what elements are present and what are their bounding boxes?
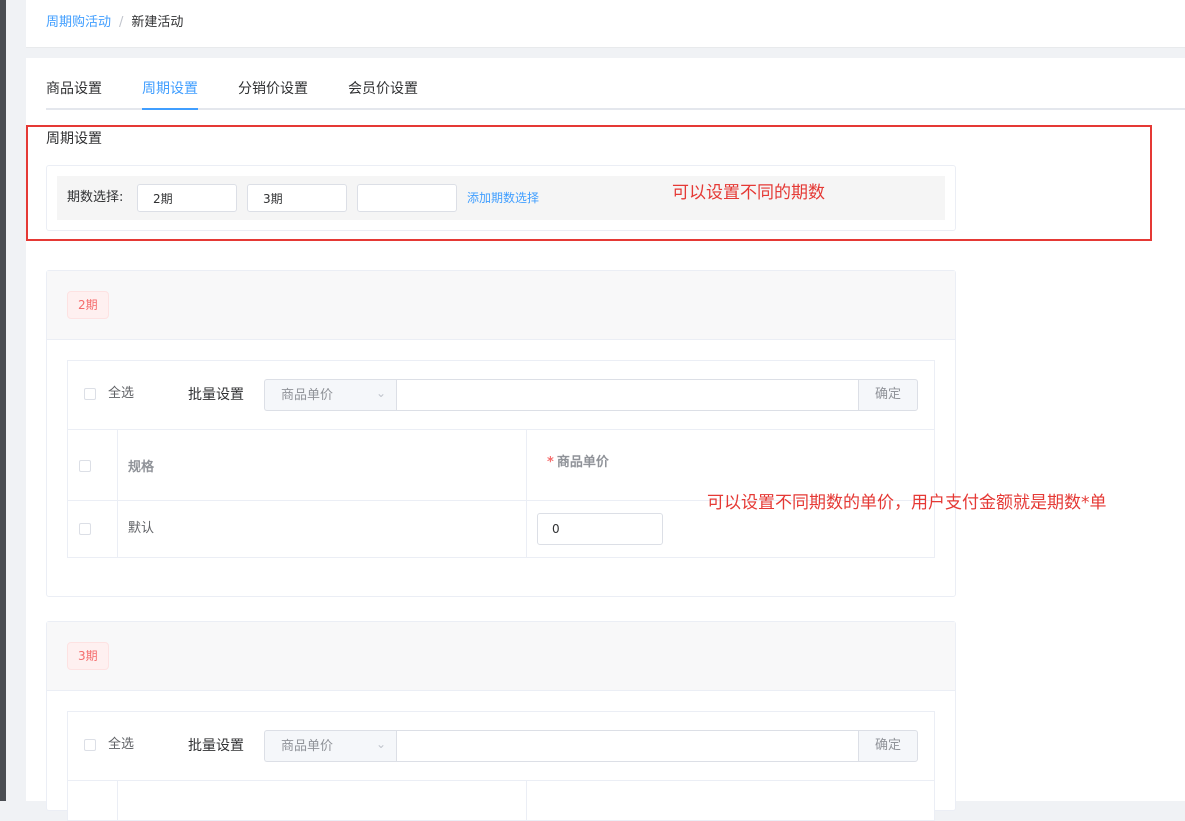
column-divider <box>117 781 118 821</box>
table-header: 规格 * 商品单价 <box>68 430 934 501</box>
batch-value-input[interactable] <box>396 730 859 762</box>
batch-confirm-button[interactable]: 确定 <box>858 730 918 762</box>
batch-value-input[interactable] <box>396 379 859 411</box>
column-divider <box>117 430 118 557</box>
breadcrumb: 周期购活动 / 新建活动 <box>46 14 183 32</box>
select-all-label: 全选 <box>108 737 135 752</box>
batch-settings-row: 全选 批量设置 商品单价 ⌄ 确定 <box>68 361 934 430</box>
period-input-1[interactable] <box>137 184 237 212</box>
row-spec-value: 默认 <box>128 521 155 536</box>
tab-bar: 商品设置 周期设置 分销价设置 会员价设置 <box>46 78 1185 110</box>
price-table: 全选 批量设置 商品单价 ⌄ 确定 <box>67 711 935 821</box>
row-checkbox[interactable] <box>79 523 91 535</box>
chevron-down-icon: ⌄ <box>375 386 386 400</box>
select-all-checkbox[interactable] <box>84 388 96 400</box>
column-header-price: * 商品单价 <box>547 455 609 470</box>
period-tag: 3期 <box>67 642 109 670</box>
batch-field-select[interactable]: 商品单价 ⌄ <box>264 730 396 762</box>
required-asterisk: * <box>547 455 554 470</box>
column-divider <box>526 430 527 557</box>
batch-settings-row: 全选 批量设置 商品单价 ⌄ 确定 <box>68 712 934 781</box>
column-header-spec: 规格 <box>128 460 155 475</box>
period-tag: 2期 <box>67 291 109 319</box>
period-block-3: 3期 全选 批量设置 商品单价 ⌄ 确定 <box>46 621 956 821</box>
select-all-checkbox[interactable] <box>84 739 96 751</box>
period-block-header: 3期 <box>47 622 955 691</box>
annotation-unit-price: 可以设置不同期数的单价，用户支付金额就是期数*单 <box>707 493 1107 513</box>
left-gutter <box>6 0 26 801</box>
annotation-periods: 可以设置不同的期数 <box>672 183 825 203</box>
chevron-down-icon: ⌄ <box>375 737 386 751</box>
column-divider <box>526 781 527 821</box>
main-content: 商品设置 周期设置 分销价设置 会员价设置 周期设置 期数选择: 添加期数选择 … <box>26 58 1185 821</box>
breadcrumb-separator: / <box>119 15 124 30</box>
period-selection-label: 期数选择: <box>67 190 124 205</box>
tab-product-settings[interactable]: 商品设置 <box>46 78 102 108</box>
batch-settings-label: 批量设置 <box>188 738 244 754</box>
period-input-3[interactable] <box>357 184 457 212</box>
section-title: 周期设置 <box>46 131 102 147</box>
tab-distribution-price[interactable]: 分销价设置 <box>238 78 308 108</box>
batch-confirm-button[interactable]: 确定 <box>858 379 918 411</box>
page-header: 周期购活动 / 新建活动 <box>26 0 1185 48</box>
tab-member-price[interactable]: 会员价设置 <box>348 78 418 108</box>
batch-field-selected: 商品单价 <box>281 739 334 754</box>
header-checkbox[interactable] <box>79 460 91 472</box>
breadcrumb-parent-link[interactable]: 周期购活动 <box>46 15 111 30</box>
batch-field-selected: 商品单价 <box>281 388 334 403</box>
batch-settings-label: 批量设置 <box>188 387 244 403</box>
row-price-input[interactable] <box>537 513 663 545</box>
period-block-header: 2期 <box>47 271 955 340</box>
breadcrumb-current: 新建活动 <box>131 15 184 30</box>
price-table: 全选 批量设置 商品单价 ⌄ 确定 规格 * 商品单价 默认 <box>67 360 935 558</box>
period-input-2[interactable] <box>247 184 347 212</box>
period-block-2: 2期 全选 批量设置 商品单价 ⌄ 确定 规格 * 商品单价 默认 <box>46 270 956 597</box>
add-period-link[interactable]: 添加期数选择 <box>467 190 539 206</box>
tab-period-settings[interactable]: 周期设置 <box>142 78 198 110</box>
batch-field-select[interactable]: 商品单价 ⌄ <box>264 379 396 411</box>
select-all-label: 全选 <box>108 386 135 401</box>
